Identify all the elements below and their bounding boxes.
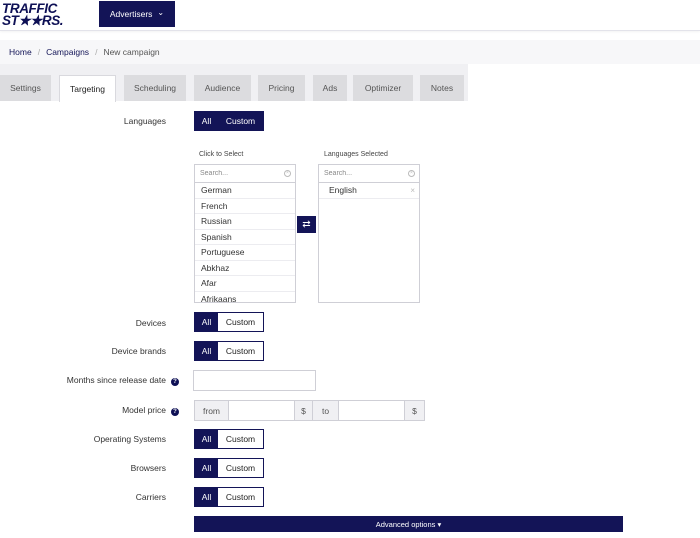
breadcrumb-home-link[interactable]: Home [9,47,32,57]
months-since-release-label: Months since release date? [67,375,179,386]
tab-optimizer[interactable]: Optimizer [353,75,413,101]
price-from-addon: from [194,400,229,421]
breadcrumb-campaigns-link[interactable]: Campaigns [46,47,89,57]
operating-systems-custom-option[interactable]: Custom [218,430,263,448]
price-to-currency: $ [404,400,425,421]
tab-targeting[interactable]: Targeting [59,75,116,102]
browsers-label: Browsers [130,463,166,473]
tab-scheduling[interactable]: Scheduling [124,75,186,101]
carriers-all-option[interactable]: All [195,488,218,506]
devices-label: Devices [135,318,166,328]
carriers-toggle: All Custom [194,487,264,507]
model-price-range: from $ to $ [194,400,425,421]
tab-ads[interactable]: Ads [313,75,347,101]
campaign-tabs: Settings Targeting Scheduling Audience P… [0,64,468,102]
list-item[interactable]: Spanish [195,230,295,245]
advertisers-label: Advertisers [109,9,153,19]
selected-languages-caption: Languages Selected [324,151,388,158]
selected-search-wrapper: × [319,165,419,183]
months-since-release-text: Months since release date [66,375,166,385]
device-brands-toggle: All Custom [194,341,264,361]
selected-list-item[interactable]: English × [319,183,419,199]
breadcrumb-separator: / [95,47,98,57]
available-languages-caption: Click to Select [199,151,244,158]
price-from-input[interactable] [229,400,294,421]
price-to-input[interactable] [339,400,404,421]
swap-arrows-icon: ⇄ [302,219,311,230]
tab-notes[interactable]: Notes [420,75,464,101]
breadcrumb-separator: / [37,47,41,57]
tab-audience[interactable]: Audience [194,75,251,101]
breadcrumb-current: New campaign [103,47,160,57]
browsers-custom-option[interactable]: Custom [218,459,263,477]
operating-systems-toggle: All Custom [194,429,264,449]
carriers-custom-option[interactable]: Custom [218,488,263,506]
list-item[interactable]: French [195,199,295,214]
devices-custom-option[interactable]: Custom [218,313,263,331]
help-icon[interactable]: ? [171,378,179,386]
available-languages-list: × German French Russian Spanish Portugue… [194,164,296,303]
list-item[interactable]: Afar [195,276,295,292]
list-item[interactable]: German [195,183,295,199]
swap-languages-button[interactable]: ⇄ [297,216,316,233]
top-navbar: TRAFFIC ST★★RS. Advertisers ⌄ [0,0,700,31]
logo-line-2: ST★★RS. [2,13,64,28]
browsers-toggle: All Custom [194,458,264,478]
languages-label: Languages [123,116,166,126]
list-item[interactable]: Portuguese [195,245,295,261]
device-brands-all-option[interactable]: All [195,342,218,360]
clear-search-icon[interactable]: × [408,170,415,177]
operating-systems-label: Operating Systems [93,434,166,444]
model-price-label: Model price? [122,405,179,416]
languages-custom-option[interactable]: Custom [218,112,263,130]
price-from-currency: $ [294,400,313,421]
operating-systems-all-option[interactable]: All [195,430,218,448]
selected-languages-list: × English × [318,164,420,303]
months-since-release-input[interactable] [193,370,316,391]
available-languages-search-input[interactable] [195,165,295,182]
device-brands-custom-option[interactable]: Custom [218,342,263,360]
tab-pricing[interactable]: Pricing [258,75,305,101]
chevron-down-icon: ⌄ [157,8,165,17]
browsers-all-option[interactable]: All [195,459,218,477]
breadcrumb: Home / Campaigns / New campaign [0,40,700,64]
device-brands-label: Device brands [111,346,166,356]
languages-toggle: All Custom [194,111,264,131]
languages-all-option[interactable]: All [195,112,218,130]
trafficstars-logo[interactable]: TRAFFIC ST★★RS. [2,2,66,28]
list-item[interactable]: Afrikaans [195,292,295,302]
list-item[interactable]: Russian [195,214,295,230]
model-price-text: Model price [122,405,166,415]
help-icon[interactable]: ? [171,408,179,416]
devices-all-option[interactable]: All [195,313,218,331]
clear-search-icon[interactable]: × [284,170,291,177]
devices-toggle: All Custom [194,312,264,332]
list-item[interactable]: Abkhaz [195,261,295,276]
selected-language-label: English [329,185,357,196]
tab-settings[interactable]: Settings [0,75,51,101]
remove-icon[interactable]: × [410,186,415,195]
selected-languages-search-input[interactable] [319,165,419,182]
advertisers-dropdown-button[interactable]: Advertisers ⌄ [99,1,175,27]
advanced-options-button[interactable]: Advanced options ▾ [194,516,623,532]
carriers-label: Carriers [135,492,166,502]
available-search-wrapper: × [195,165,295,183]
price-to-addon: to [313,400,339,421]
